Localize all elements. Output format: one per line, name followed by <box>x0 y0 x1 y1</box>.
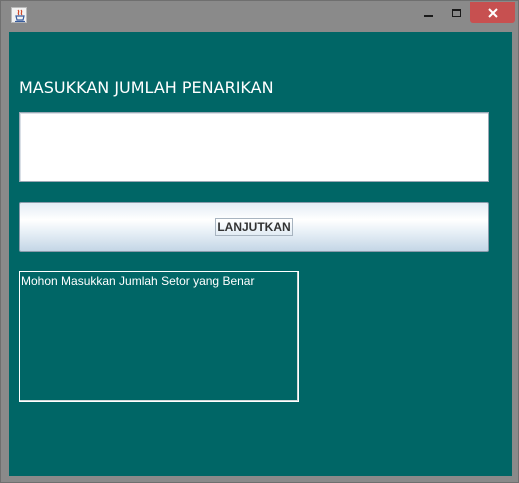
continue-button[interactable]: LANJUTKAN <box>19 202 489 252</box>
minimize-icon <box>423 14 433 17</box>
minimize-button[interactable] <box>413 2 443 23</box>
maximize-icon <box>452 8 461 17</box>
app-window: MASUKKAN JUMLAH PENARIKAN LANJUTKAN Moho… <box>0 0 519 483</box>
amount-input[interactable] <box>19 112 489 182</box>
message-area: Mohon Masukkan Jumlah Setor yang Benar <box>19 271 299 402</box>
message-text: Mohon Masukkan Jumlah Setor yang Benar <box>21 274 255 288</box>
content-panel: MASUKKAN JUMLAH PENARIKAN LANJUTKAN Moho… <box>9 32 512 476</box>
maximize-button[interactable] <box>443 2 470 23</box>
continue-button-label: LANJUTKAN <box>215 218 293 236</box>
title-bar[interactable] <box>1 1 518 31</box>
close-button[interactable] <box>470 2 515 23</box>
page-title: MASUKKAN JUMLAH PENARIKAN <box>19 78 274 97</box>
close-icon <box>487 7 498 18</box>
java-cup-icon <box>11 7 27 23</box>
